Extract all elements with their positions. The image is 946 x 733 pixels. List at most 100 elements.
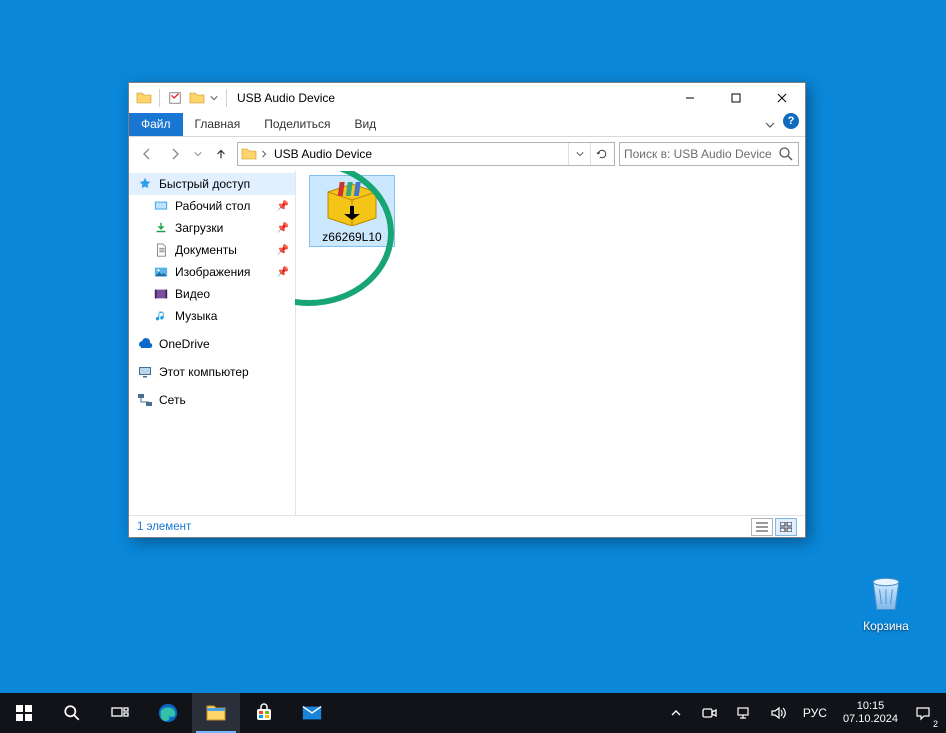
tab-home[interactable]: Главная [183,113,253,136]
nav-videos[interactable]: Видео [129,283,295,305]
taskbar-app-store[interactable] [240,693,288,733]
tray-clock[interactable]: 10:15 07.10.2024 [835,693,906,733]
search-icon [63,704,81,722]
download-icon [153,220,169,236]
search-button[interactable] [48,693,96,733]
tab-file[interactable]: Файл [129,113,183,136]
folder-icon [188,89,206,107]
tray-volume[interactable] [761,693,795,733]
content-area[interactable]: z66269L10 [295,171,805,515]
navigation-row: USB Audio Device Поиск в: USB Audio Devi… [129,137,805,171]
breadcrumb[interactable]: USB Audio Device [270,147,374,161]
folder-icon [240,145,258,163]
tray-meet-now[interactable] [693,693,727,733]
address-dropdown-button[interactable] [568,143,590,165]
taskbar[interactable]: РУС 10:15 07.10.2024 2 [0,693,946,733]
network-icon [736,705,752,721]
address-bar[interactable]: USB Audio Device [237,142,615,166]
taskbar-app-edge[interactable] [144,693,192,733]
nav-forward-button[interactable] [163,142,187,166]
tray-language[interactable]: РУС [795,693,835,733]
windows-icon [16,705,32,721]
music-icon [153,308,169,324]
ribbon-tabs: Файл Главная Поделиться Вид ? [129,113,805,137]
nav-quick-access[interactable]: Быстрый доступ [129,173,295,195]
nav-item-label: Видео [175,287,295,301]
refresh-button[interactable] [590,143,612,165]
chevron-down-icon [765,120,775,130]
nav-item-label: Музыка [175,309,295,323]
notification-icon [915,705,931,721]
nav-network[interactable]: Сеть [129,389,295,411]
tray-overflow-button[interactable] [659,693,693,733]
close-button[interactable] [759,83,805,113]
desktop-recycle-bin[interactable]: Корзина [848,571,924,633]
tray-notifications[interactable]: 2 [906,693,940,733]
document-icon [153,242,169,258]
task-view-button[interactable] [96,693,144,733]
clock-time: 10:15 [857,700,885,713]
camera-icon [702,705,718,721]
taskbar-app-mail[interactable] [288,693,336,733]
nav-downloads[interactable]: Загрузки 📌 [129,217,295,239]
pin-icon: 📌 [277,267,289,278]
window-title: USB Audio Device [237,91,335,105]
notification-count: 2 [933,719,938,729]
status-count: 1 элемент [137,521,191,533]
chevron-right-icon [260,150,268,158]
nav-up-button[interactable] [209,142,233,166]
navigation-pane[interactable]: Быстрый доступ Рабочий стол 📌 Загрузки 📌… [129,171,295,515]
properties-icon[interactable] [166,89,184,107]
tab-share[interactable]: Поделиться [252,113,342,136]
file-name: z66269L10 [312,230,392,244]
show-desktop-button[interactable] [940,693,946,733]
explorer-icon [206,703,226,723]
search-input[interactable]: Поиск в: USB Audio Device [619,142,799,166]
file-item[interactable]: z66269L10 [309,175,395,247]
chevron-down-icon[interactable] [208,89,220,107]
folder-icon [135,89,153,107]
taskview-icon [111,704,129,722]
view-details-button[interactable] [751,518,773,536]
network-icon [137,392,153,408]
nav-item-label: Быстрый доступ [159,177,295,191]
nav-recent-button[interactable] [191,142,205,166]
recycle-bin-icon [864,571,908,615]
tray-network[interactable] [727,693,761,733]
nav-documents[interactable]: Документы 📌 [129,239,295,261]
nav-desktop[interactable]: Рабочий стол 📌 [129,195,295,217]
search-icon [778,146,794,162]
explorer-window: USB Audio Device Файл Главная Поделиться… [128,82,806,538]
minimize-button[interactable] [667,83,713,113]
view-icons-button[interactable] [775,518,797,536]
chevron-up-icon [671,708,681,718]
nav-this-pc[interactable]: Этот компьютер [129,361,295,383]
help-button[interactable]: ? [783,113,799,129]
nav-pictures[interactable]: Изображения 📌 [129,261,295,283]
titlebar[interactable]: USB Audio Device [129,83,805,113]
archive-icon [324,180,380,226]
edge-icon [157,702,179,724]
pin-icon: 📌 [277,245,289,256]
tab-view[interactable]: Вид [342,113,388,136]
pc-icon [137,364,153,380]
desktop-icon [153,198,169,214]
maximize-button[interactable] [713,83,759,113]
video-icon [153,286,169,302]
desktop-recycle-bin-label: Корзина [863,619,909,633]
nav-back-button[interactable] [135,142,159,166]
nav-music[interactable]: Музыка [129,305,295,327]
ribbon-expand-button[interactable] [765,113,775,136]
cloud-icon [137,336,153,352]
nav-item-label: Сеть [159,393,295,407]
speaker-icon [770,705,786,721]
status-bar: 1 элемент [129,515,805,537]
taskbar-app-explorer[interactable] [192,693,240,733]
pin-icon: 📌 [277,201,289,212]
store-icon [254,703,274,723]
nav-onedrive[interactable]: OneDrive [129,333,295,355]
start-button[interactable] [0,693,48,733]
language-label: РУС [803,706,827,720]
pin-icon: 📌 [277,223,289,234]
nav-item-label: Этот компьютер [159,365,295,379]
